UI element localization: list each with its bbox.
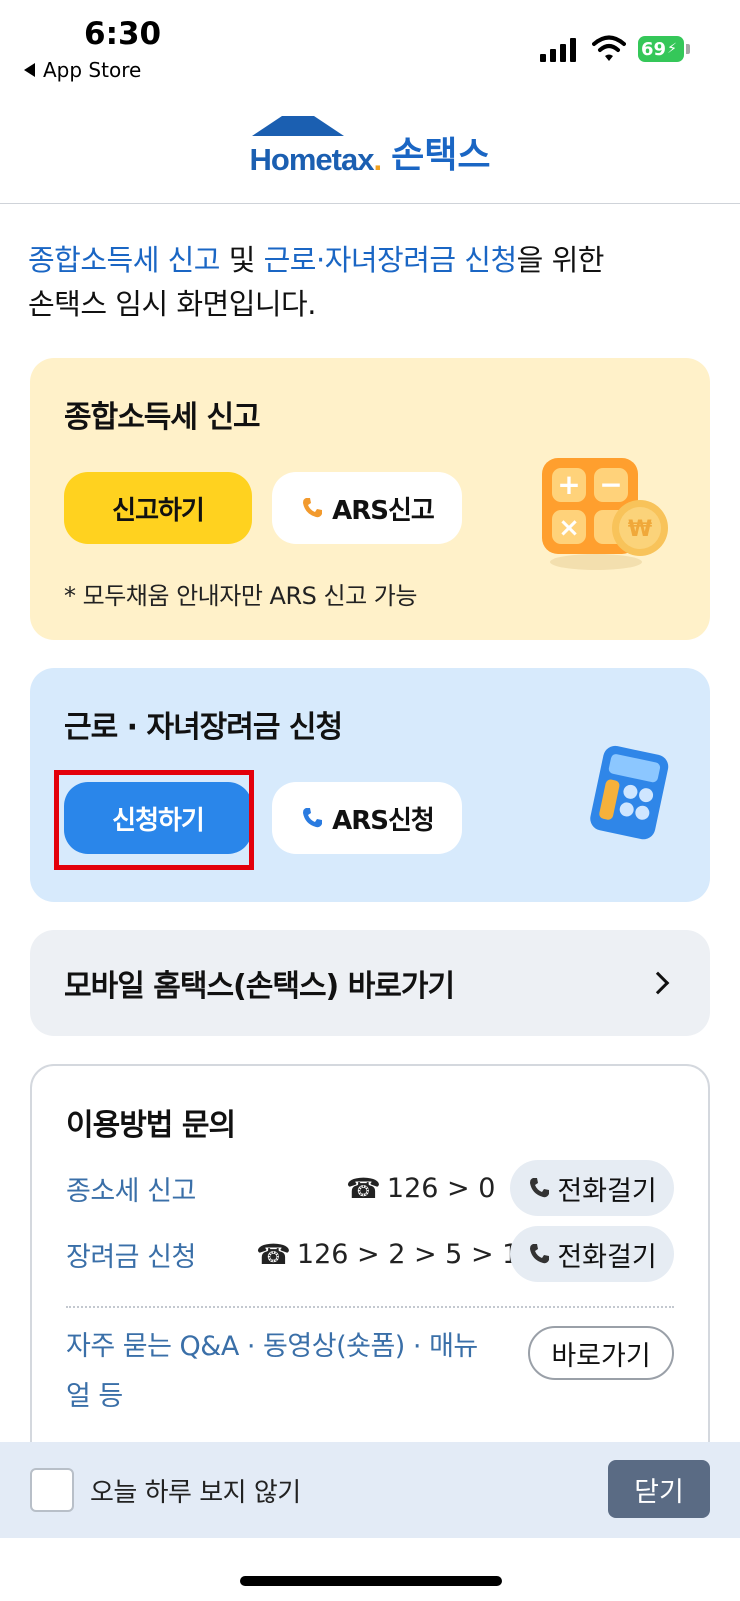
phone-icon — [303, 808, 323, 828]
file-report-button[interactable]: 신고하기 — [64, 472, 252, 544]
ars-report-button[interactable]: ARS신고 — [272, 472, 462, 544]
inquiry-row-label: 종소세 신고 — [66, 1175, 196, 1207]
battery-cap — [686, 44, 690, 54]
hometax-logo: Hometax. 손택스 — [249, 115, 491, 178]
cellular-signal-icon — [540, 38, 576, 62]
inquiry-card: 이용방법 문의 종소세 신고 ☎ 126 > 0 전화걸기 장려금 신청 ☎ 1… — [30, 1064, 710, 1484]
inquiry-title: 이용방법 문의 — [66, 1108, 236, 1143]
svg-text:×: × — [558, 513, 580, 543]
inquiry-row-incentive: 장려금 신청 ☎ 126 > 2 > 5 > 1 전화걸기 — [66, 1226, 674, 1282]
telephone-icon: ☎ — [256, 1237, 291, 1271]
logo-hometax-text: Hometax. — [249, 141, 383, 177]
incentive-card: 근로 · 자녀장려금 신청 신청하기 ARS신청 — [30, 668, 710, 902]
wifi-icon — [592, 35, 626, 61]
chevron-right-icon — [646, 971, 670, 995]
income-tax-card: 종합소득세 신고 신고하기 ARS신고 * 모두채움 안내자만 ARS 신고 가… — [30, 358, 710, 640]
highlight-box — [54, 770, 254, 870]
battery-level: 69 — [641, 38, 667, 60]
call-button-incentive[interactable]: 전화걸기 — [510, 1226, 674, 1282]
back-to-app-store[interactable]: App Store — [24, 58, 141, 82]
logo-sontax-text: 손택스 — [391, 134, 491, 176]
home-indicator[interactable] — [240, 1576, 502, 1586]
inquiry-row-income-tax: 종소세 신고 ☎ 126 > 0 전화걸기 — [66, 1160, 674, 1216]
dont-show-today-checkbox[interactable] — [30, 1468, 74, 1512]
divider — [66, 1306, 674, 1308]
app-header: Hometax. 손택스 — [0, 100, 740, 204]
calculator-coin-illustration-icon: + − × ₩ — [542, 458, 668, 570]
mobile-hometax-link[interactable]: 모바일 홈택스(손택스) 바로가기 — [30, 930, 710, 1036]
inquiry-row-label: 장려금 신청 — [66, 1241, 196, 1273]
call-button-income-tax[interactable]: 전화걸기 — [510, 1160, 674, 1216]
battery-icon: 69 ⚡ — [638, 36, 684, 62]
svg-text:−: − — [599, 468, 622, 501]
status-bar: 6:30 App Store 69 ⚡ — [0, 0, 740, 92]
incentive-title: 근로 · 자녀장려금 신청 — [64, 710, 343, 745]
bottom-bar: 오늘 하루 보지 않기 닫기 — [0, 1442, 740, 1538]
phone-icon — [530, 1244, 550, 1264]
calculator-illustration-icon — [590, 745, 669, 840]
close-button[interactable]: 닫기 — [608, 1460, 710, 1518]
svg-text:₩: ₩ — [628, 517, 652, 542]
svg-text:+: + — [557, 468, 580, 501]
income-tax-title: 종합소득세 신고 — [64, 400, 261, 435]
back-arrow-icon — [24, 63, 35, 77]
back-app-label: App Store — [43, 58, 142, 82]
dont-show-today-label[interactable]: 오늘 하루 보지 않기 — [90, 1472, 301, 1509]
phone-icon — [530, 1178, 550, 1198]
ars-apply-button[interactable]: ARS신청 — [272, 782, 462, 854]
ars-note: * 모두채움 안내자만 ARS 신고 가능 — [64, 582, 417, 610]
inquiry-row-number: ☎ 126 > 2 > 5 > 1 — [256, 1237, 520, 1271]
house-roof-icon — [251, 115, 344, 136]
mobile-hometax-label: 모바일 홈택스(손택스) 바로가기 — [64, 969, 455, 1004]
inquiry-row-number: ☎ 126 > 0 — [346, 1171, 496, 1205]
charging-bolt-icon: ⚡ — [667, 41, 677, 57]
status-time: 6:30 — [84, 16, 162, 52]
faq-text: 자주 묻는 Q&A · 동영상(숏폼) · 매뉴얼 등 — [66, 1331, 478, 1412]
faq-go-button[interactable]: 바로가기 — [528, 1326, 674, 1380]
intro-text: 종합소득세 신고 및 근로·자녀장려금 신청을 위한 손택스 임시 화면입니다. — [28, 243, 604, 321]
phone-icon — [303, 498, 323, 518]
telephone-icon: ☎ — [346, 1171, 381, 1205]
